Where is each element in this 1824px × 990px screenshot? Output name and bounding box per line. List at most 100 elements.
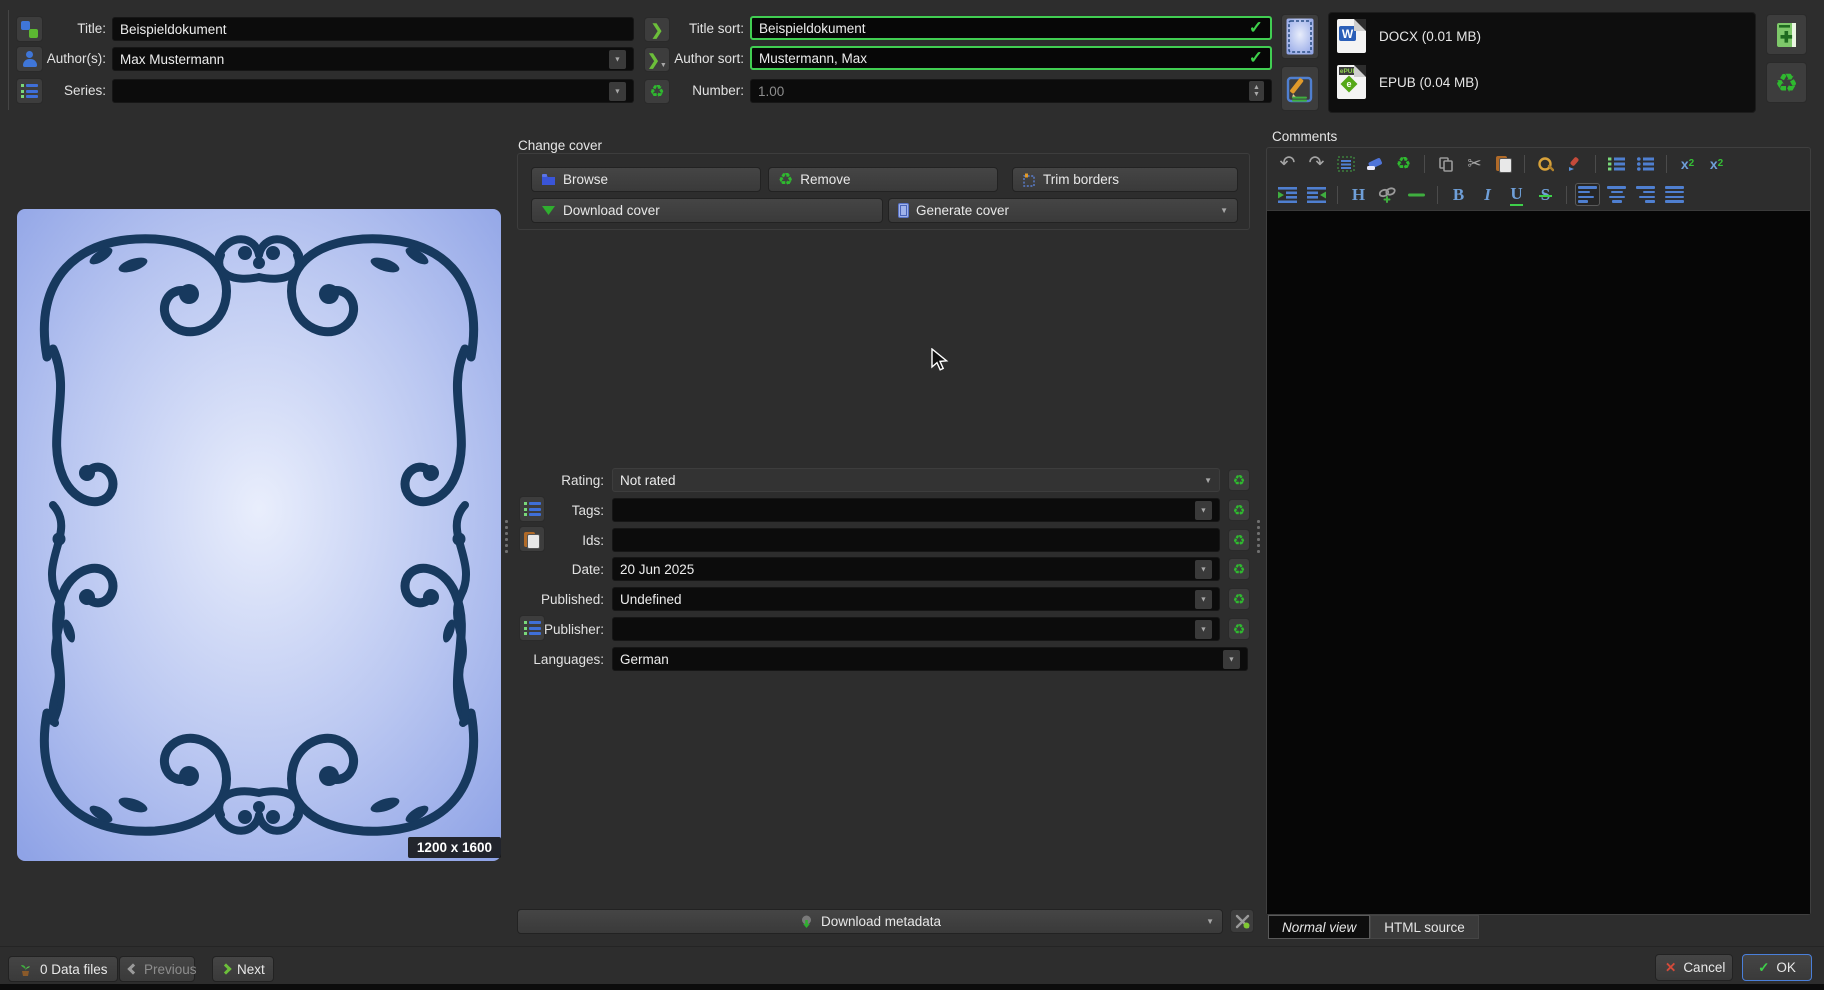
cancel-button[interactable]: ✕ Cancel: [1655, 954, 1733, 981]
ok-button[interactable]: ✓ OK: [1742, 954, 1812, 981]
underline-button[interactable]: U: [1504, 183, 1529, 206]
remove-formatting-button[interactable]: [1362, 152, 1387, 175]
strikethrough-button[interactable]: S: [1533, 183, 1558, 206]
ids-input[interactable]: [612, 528, 1220, 552]
select-all-button[interactable]: [1333, 152, 1358, 175]
copy-button[interactable]: [1433, 152, 1458, 175]
undo-button[interactable]: ↶: [1275, 152, 1300, 175]
series-input[interactable]: [112, 79, 634, 103]
clear-published-button[interactable]: [1228, 588, 1250, 610]
indent-less-button[interactable]: [1304, 183, 1329, 206]
redo-button[interactable]: ↷: [1304, 152, 1329, 175]
insert-rule-button[interactable]: [1404, 183, 1429, 206]
format-row-docx[interactable]: W DOCX (0.01 MB): [1329, 13, 1755, 59]
add-format-button[interactable]: [1766, 14, 1807, 55]
copy-icon: [1438, 156, 1454, 172]
edit-cover-button[interactable]: [1281, 66, 1319, 111]
background-color-button[interactable]: [1533, 152, 1558, 175]
download-metadata-menu-arrow[interactable]: ▼: [1206, 917, 1214, 926]
recycle-icon: [1233, 592, 1246, 606]
browse-cover-button[interactable]: Browse: [531, 167, 761, 192]
title-sort-input[interactable]: Beispieldokument: [750, 16, 1272, 40]
rating-select[interactable]: Not rated▼: [612, 468, 1220, 492]
toolbar-separator: [1524, 155, 1525, 173]
align-left-button[interactable]: [1575, 183, 1600, 206]
superscript-button[interactable]: x2: [1675, 152, 1700, 175]
remove-cover-button[interactable]: Remove: [768, 167, 998, 192]
number-spinner[interactable]: [1249, 81, 1264, 101]
tags-dropdown-arrow[interactable]: [1195, 501, 1212, 520]
bold-button[interactable]: B: [1446, 183, 1471, 206]
subscript-button[interactable]: x2: [1704, 152, 1729, 175]
tab-normal-view[interactable]: Normal view: [1268, 915, 1370, 939]
series-number-input[interactable]: 1.00: [750, 79, 1272, 103]
published-dropdown-arrow[interactable]: [1195, 590, 1212, 609]
tags-input[interactable]: [612, 498, 1220, 522]
recycle-icon: [1233, 503, 1246, 517]
generate-cover-button[interactable]: Generate cover ▼: [888, 198, 1238, 223]
comments-textarea[interactable]: [1267, 210, 1810, 914]
rating-label: Rating:: [520, 473, 604, 488]
series-dropdown-arrow[interactable]: [609, 82, 626, 101]
date-dropdown-arrow[interactable]: [1195, 560, 1212, 579]
ordered-list-button[interactable]: [1604, 152, 1629, 175]
unordered-list-button[interactable]: [1633, 152, 1658, 175]
previous-button[interactable]: Previous: [119, 956, 195, 982]
align-justify-button[interactable]: [1662, 183, 1687, 206]
published-input[interactable]: Undefined: [612, 587, 1220, 611]
remove-format-button[interactable]: [1766, 62, 1807, 103]
toolbar-separator: [1437, 186, 1438, 204]
swap-title-author-button[interactable]: [16, 16, 43, 42]
clear-publisher-button[interactable]: [1228, 618, 1250, 640]
tab-html-source[interactable]: HTML source: [1370, 915, 1479, 939]
rating-dropdown-arrow: ▼: [1204, 476, 1212, 485]
window-bottom-edge: [0, 984, 1824, 990]
download-cover-button[interactable]: Download cover: [531, 198, 883, 223]
cover-thumbnail-button[interactable]: [1281, 14, 1319, 59]
data-files-button[interactable]: 0 Data files: [8, 956, 118, 982]
manage-series-button[interactable]: [16, 78, 43, 104]
format-row-epub[interactable]: ePUB EPUB (0.04 MB): [1329, 59, 1755, 105]
heading-button[interactable]: H: [1346, 183, 1371, 206]
formats-list[interactable]: W DOCX (0.01 MB) ePUB EPUB (0.04 MB): [1328, 12, 1756, 113]
generate-cover-menu-arrow[interactable]: ▼: [1220, 206, 1228, 215]
align-left-icon: [1578, 186, 1597, 203]
insert-link-button[interactable]: [1375, 183, 1400, 206]
clear-date-button[interactable]: [1228, 558, 1250, 580]
clear-tags-button[interactable]: [1228, 499, 1250, 521]
clear-ids-button[interactable]: [1228, 529, 1250, 551]
bullet-list-icon: [1636, 156, 1655, 172]
authors-dropdown-arrow[interactable]: [609, 50, 626, 69]
paste-button[interactable]: [1491, 152, 1516, 175]
title-sort-label: Title sort:: [650, 21, 744, 36]
authors-input[interactable]: Max Mustermann: [112, 47, 634, 71]
download-metadata-icon: [799, 915, 814, 929]
select-all-icon: [1337, 156, 1355, 172]
clear-comments-button[interactable]: [1391, 152, 1416, 175]
publisher-input[interactable]: [612, 617, 1220, 641]
foreground-color-button[interactable]: [1562, 152, 1587, 175]
author-sort-input[interactable]: Mustermann, Max: [750, 46, 1272, 70]
eraser-icon: [1366, 156, 1384, 171]
edit-pencil-icon: [1286, 75, 1314, 103]
cut-button[interactable]: ✂: [1462, 152, 1487, 175]
left-splitter-handle[interactable]: [505, 520, 508, 553]
download-metadata-button[interactable]: Download metadata ▼: [517, 909, 1223, 934]
align-right-button[interactable]: [1633, 183, 1658, 206]
next-button[interactable]: Next: [212, 956, 274, 982]
configure-metadata-download-button[interactable]: [1230, 909, 1254, 933]
align-center-button[interactable]: [1604, 183, 1629, 206]
italic-button[interactable]: I: [1475, 183, 1500, 206]
clear-rating-button[interactable]: [1228, 469, 1250, 491]
right-splitter-handle[interactable]: [1257, 520, 1260, 553]
date-input[interactable]: 20 Jun 2025: [612, 557, 1220, 581]
indent-more-button[interactable]: [1275, 183, 1300, 206]
recycle-icon: [1396, 155, 1411, 172]
languages-input[interactable]: German: [612, 647, 1248, 671]
recycle-icon: [1233, 562, 1246, 576]
title-input[interactable]: Beispieldokument: [112, 17, 634, 41]
cover-image[interactable]: 1200 x 1600: [17, 209, 501, 861]
publisher-dropdown-arrow[interactable]: [1195, 620, 1212, 639]
languages-dropdown-arrow[interactable]: [1223, 650, 1240, 669]
trim-borders-button[interactable]: Trim borders: [1012, 167, 1238, 192]
